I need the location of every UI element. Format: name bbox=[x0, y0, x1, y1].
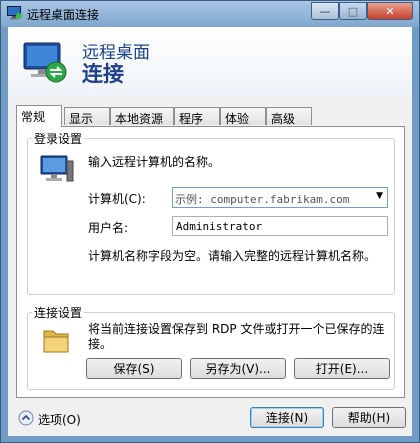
header-title-line2: 连接 bbox=[82, 62, 124, 86]
username-value: Administrator bbox=[176, 220, 263, 233]
open-button[interactable]: 打开(E)... bbox=[294, 358, 390, 379]
options-label[interactable]: 选项(O) bbox=[38, 411, 81, 428]
maximize-icon: □ bbox=[347, 4, 359, 18]
username-field[interactable]: Administrator bbox=[172, 216, 388, 236]
minimize-button[interactable]: — bbox=[311, 2, 339, 20]
tab-programs[interactable]: 程序 bbox=[174, 107, 220, 126]
close-icon: ✕ bbox=[385, 4, 395, 18]
tab-display[interactable]: 显示 bbox=[64, 107, 110, 126]
connection-description-line2: 接。 bbox=[88, 337, 113, 351]
computer-label: 计算机(C): bbox=[88, 192, 146, 206]
connection-description-line1: 将当前连接设置保存到 RDP 文件或打开一个已保存的连 bbox=[88, 322, 385, 336]
close-button[interactable]: ✕ bbox=[367, 2, 413, 20]
computer-empty-message: 计算机名称字段为空。请输入完整的远程计算机名称。 bbox=[88, 249, 377, 263]
login-instruction: 输入远程计算机的名称。 bbox=[88, 155, 221, 169]
help-button[interactable]: 帮助(H) bbox=[332, 407, 406, 428]
tab-advanced[interactable]: 高级 bbox=[266, 107, 312, 126]
remote-desktop-icon bbox=[7, 6, 22, 20]
connection-settings-group: 连接设置 将当前连接设置保存到 RDP 文件或打开一个已保存的连 接。 保存(S… bbox=[27, 304, 395, 390]
window-title: 远程桌面连接 bbox=[27, 8, 100, 22]
folder-icon bbox=[43, 330, 69, 353]
minimize-icon: — bbox=[319, 4, 331, 18]
title-bar[interactable]: 远程桌面连接 — □ ✕ bbox=[1, 1, 419, 27]
computer-icon bbox=[40, 155, 74, 182]
connection-settings-label: 连接设置 bbox=[32, 304, 85, 321]
save-button[interactable]: 保存(S) bbox=[86, 358, 182, 379]
connect-button[interactable]: 连接(N) bbox=[250, 407, 324, 428]
dialog-client: 远程桌面 连接 常规 显示 本地资源 程序 体验 高级 登录设置 输入远程计算机… bbox=[8, 27, 412, 436]
rdp-window: 远程桌面连接 — □ ✕ 远程桌面 连接 常规 显示 本地资源 程序 体验 高级… bbox=[0, 0, 420, 443]
save-as-button[interactable]: 另存为(V)... bbox=[190, 358, 286, 379]
login-settings-group: 登录设置 输入远程计算机的名称。 计算机(C): 示例: computer.fa… bbox=[27, 130, 395, 295]
chevron-down-icon[interactable]: ▼ bbox=[376, 191, 383, 201]
login-settings-label: 登录设置 bbox=[32, 130, 85, 147]
general-tab-panel: 登录设置 输入远程计算机的名称。 计算机(C): 示例: computer.fa… bbox=[16, 126, 405, 398]
computer-combobox[interactable]: 示例: computer.fabrikam.com ▼ bbox=[172, 187, 388, 208]
remote-desktop-logo-icon bbox=[23, 42, 67, 83]
computer-placeholder: 示例: computer.fabrikam.com bbox=[175, 193, 350, 206]
options-toggle-icon[interactable] bbox=[18, 410, 34, 426]
tab-experience[interactable]: 体验 bbox=[220, 107, 266, 126]
tab-general[interactable]: 常规 bbox=[16, 105, 62, 127]
dialog-header: 远程桌面 连接 bbox=[8, 27, 412, 97]
tab-local-resources[interactable]: 本地资源 bbox=[110, 107, 174, 126]
username-label: 用户名: bbox=[88, 221, 129, 235]
maximize-button[interactable]: □ bbox=[339, 2, 367, 20]
